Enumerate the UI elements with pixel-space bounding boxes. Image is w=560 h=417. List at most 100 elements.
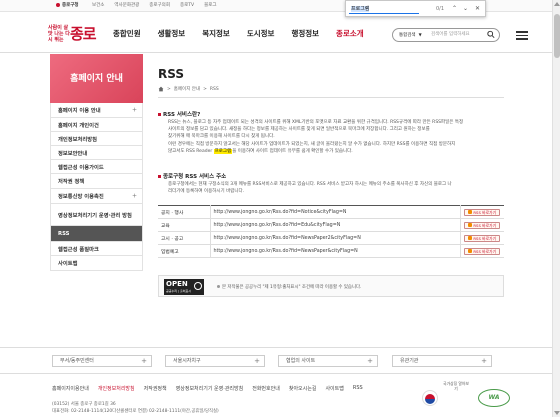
rss-url[interactable]: http://www.jongno.go.kr/Rss.do?fid=Edu&c… [210,218,461,232]
expand-plus-icon[interactable]: + [132,107,137,114]
sidebar-item-label: 웹접근성 이용가이드 [58,164,104,171]
family-select-related[interactable]: 유관기관 + [392,355,492,367]
scroll-down-arrow-icon[interactable] [554,411,560,415]
footer-link[interactable]: RSS [353,385,363,392]
plus-icon: + [141,357,147,365]
rss-feed-icon [468,249,473,253]
rss-shortcut-button[interactable]: RSS 바로가기 [464,234,501,242]
hamburger-menu-icon[interactable] [516,31,528,40]
utility-link[interactable]: 종로구의회 [149,0,170,12]
table-row: 공지 · 행사 http://www.jongno.go.kr/Rss.do?fi… [158,205,504,219]
expand-plus-icon[interactable]: + [132,193,137,200]
footer-link[interactable]: 영상정보처리기기 운영·관리방침 [176,385,244,392]
sidebar-heading: 홈페이지 안내 [50,54,143,103]
paragraph-line: 리더기에 등록하여 이용하시기 바랍니다. [168,189,245,195]
license-box: OPEN 공공누리 | 출처표시 본 저작물은 공공누리 "제 1유형:출처표시… [158,275,504,297]
breadcrumb-separator: > [203,86,207,92]
family-select-districts[interactable]: 서울시자치구 + [165,355,265,367]
footer-link[interactable]: 전화번호안내 [252,385,280,392]
sidebar-item-label: 홈페이지 이용 안내 [58,108,101,114]
page-scrollbar[interactable] [552,0,560,417]
footer-link-privacy[interactable]: 개인정보처리방침 [98,385,135,392]
sidebar-item[interactable]: 영상정보처리기기 운영·관리 방침 [50,204,143,226]
sidebar-item[interactable]: 홈페이지 개인이건 [50,118,143,132]
home-tab[interactable]: 종로구청 [52,0,83,12]
sidebar-item[interactable]: 정보보안안내 [50,146,143,160]
nav-item[interactable]: 종로소개 [336,28,364,39]
home-icon[interactable] [158,86,164,92]
rss-feed-icon [468,223,473,227]
footer-link[interactable]: 찾아오시는길 [289,385,317,392]
rss-shortcut-button[interactable]: RSS 바로가기 [464,221,501,229]
plus-icon: + [367,357,373,365]
nav-item[interactable]: 종합민원 [113,28,141,39]
footer-link[interactable]: 홈페이지이용안내 [52,385,89,392]
rss-button-label: RSS 바로가기 [473,235,497,241]
sidebar-item-label: 정보통신망 이용촉진 [58,194,104,200]
rss-shortcut-button[interactable]: RSS 바로가기 [464,208,501,216]
site-logo[interactable]: 사람이 살맛 나는 다시 뛰는 종로 [48,23,100,47]
find-next-button[interactable]: ⌄ [461,4,470,14]
rss-category: 공지 · 행사 [158,205,211,219]
sidebar-item[interactable]: RSS [50,226,143,242]
footer-address: (03152) 서울 종로구 종로1길 36 대표전화: 02-2148-111… [52,401,219,415]
web-accessibility-mark[interactable]: WA [478,389,510,407]
sidebar-item[interactable]: 홈페이지 이용 안내 + [50,103,143,118]
utility-link[interactable]: 블로그 [204,0,216,12]
national-symbol-link[interactable]: 국가상징 알아보기 [442,381,470,391]
utility-link[interactable]: 종로TV [180,0,194,12]
main-nav: 종합민원 생활정보 복지정보 도시정보 행정정보 종로소개 [113,28,381,39]
rss-feed-icon [468,236,473,240]
nav-item[interactable]: 행정정보 [291,28,319,39]
sidebar-item[interactable]: 개인정보처리방침 [50,132,143,146]
sidebar-item-label: 사이트맵 [58,261,78,267]
utility-link[interactable]: 역사문화관광 [114,0,139,12]
rss-button-cell: RSS 바로가기 [460,231,504,245]
rss-address-table: 공지 · 행사 http://www.jongno.go.kr/Rss.do?fi… [158,205,504,258]
national-emblem-icon[interactable] [422,390,438,406]
footer-link[interactable]: 저작권정책 [144,385,167,392]
search-scope-label: 통합검색 [399,33,416,38]
scroll-up-arrow-icon[interactable] [554,2,560,6]
section-rss-address-text: 종로구청에서는 현재 구정소식의 3개 메뉴를 RSS서비스로 제공하고 있습니… [168,181,452,195]
family-select-departments[interactable]: 부서/동주민센터 + [52,355,152,367]
chevron-down-icon: ▼ [418,32,422,37]
sidebar-item[interactable]: 웹접근성 이용가이드 [50,160,143,174]
find-highlight: 프로그램 [213,148,233,154]
sidebar-item-label: RSS [58,230,70,237]
find-close-button[interactable]: ✕ [473,4,482,14]
nav-item[interactable]: 도시정보 [247,28,275,39]
utility-link[interactable]: 보건소 [92,0,104,12]
sidebar-item[interactable]: 정보통신망 이용촉진 + [50,189,143,204]
sidebar-item[interactable]: 사이트맵 [50,256,143,271]
search-icon[interactable] [487,30,495,39]
family-select-partners[interactable]: 협업의 사이트 + [278,355,378,367]
footer-link[interactable]: 사이트맵 [325,385,343,392]
find-query: 프로그램 [351,6,370,12]
search-input[interactable]: 검색어를 입력하세요 [431,31,470,39]
family-select-label: 서울시자치구 [173,358,201,364]
nav-item[interactable]: 생활정보 [158,28,186,39]
nav-item[interactable]: 복지정보 [202,28,230,39]
page: 종로구청 보건소 역사문화관광 종로구의회 종로TV 블로그 사람이 살맛 나는… [0,0,560,417]
rss-url[interactable]: http://www.jongno.go.kr/Rss.do?fid=NewsP… [210,231,461,245]
paragraph-line: 이런 경우에는 직접 방문하지 않고서는 해당 사이트가 업데이트가 되었는지,… [168,141,456,147]
scrollbar-thumb[interactable] [554,14,560,58]
attribution-icon [194,282,202,290]
rss-url[interactable]: http://www.jongno.go.kr/Rss.do?fid=NewsP… [210,244,461,258]
breadcrumb: > 홈페이지 안내 > RSS [158,86,219,92]
contact-line: 대표전화: 02-2148-1114(120다산콜센터로 연결) 02-2148… [52,409,219,414]
rss-button-label: RSS 바로가기 [473,248,497,254]
rss-url[interactable]: http://www.jongno.go.kr/Rss.do?fid=Notic… [210,205,461,219]
text-segment: 을 이용하여 사이트 업데이트 유무를 쉽게 확인할 수가 있습니다. [232,148,353,154]
search-box: 통합검색 ▼ 검색어를 입력하세요 [392,28,500,42]
find-input[interactable]: 프로그램 [349,4,419,14]
table-row: 고시 · 공고 http://www.jongno.go.kr/Rss.do?fi… [158,231,504,245]
breadcrumb-item[interactable]: 홈페이지 안내 [174,86,200,92]
find-prev-button[interactable]: ⌃ [450,4,459,14]
sidebar-item[interactable]: 웹접근성 품질마크 [50,242,143,256]
rss-feed-icon [468,210,473,214]
search-scope-select[interactable]: 통합검색 ▼ [399,31,422,40]
rss-shortcut-button[interactable]: RSS 바로가기 [464,247,501,255]
sidebar-item[interactable]: 저작권 정책 [50,174,143,189]
